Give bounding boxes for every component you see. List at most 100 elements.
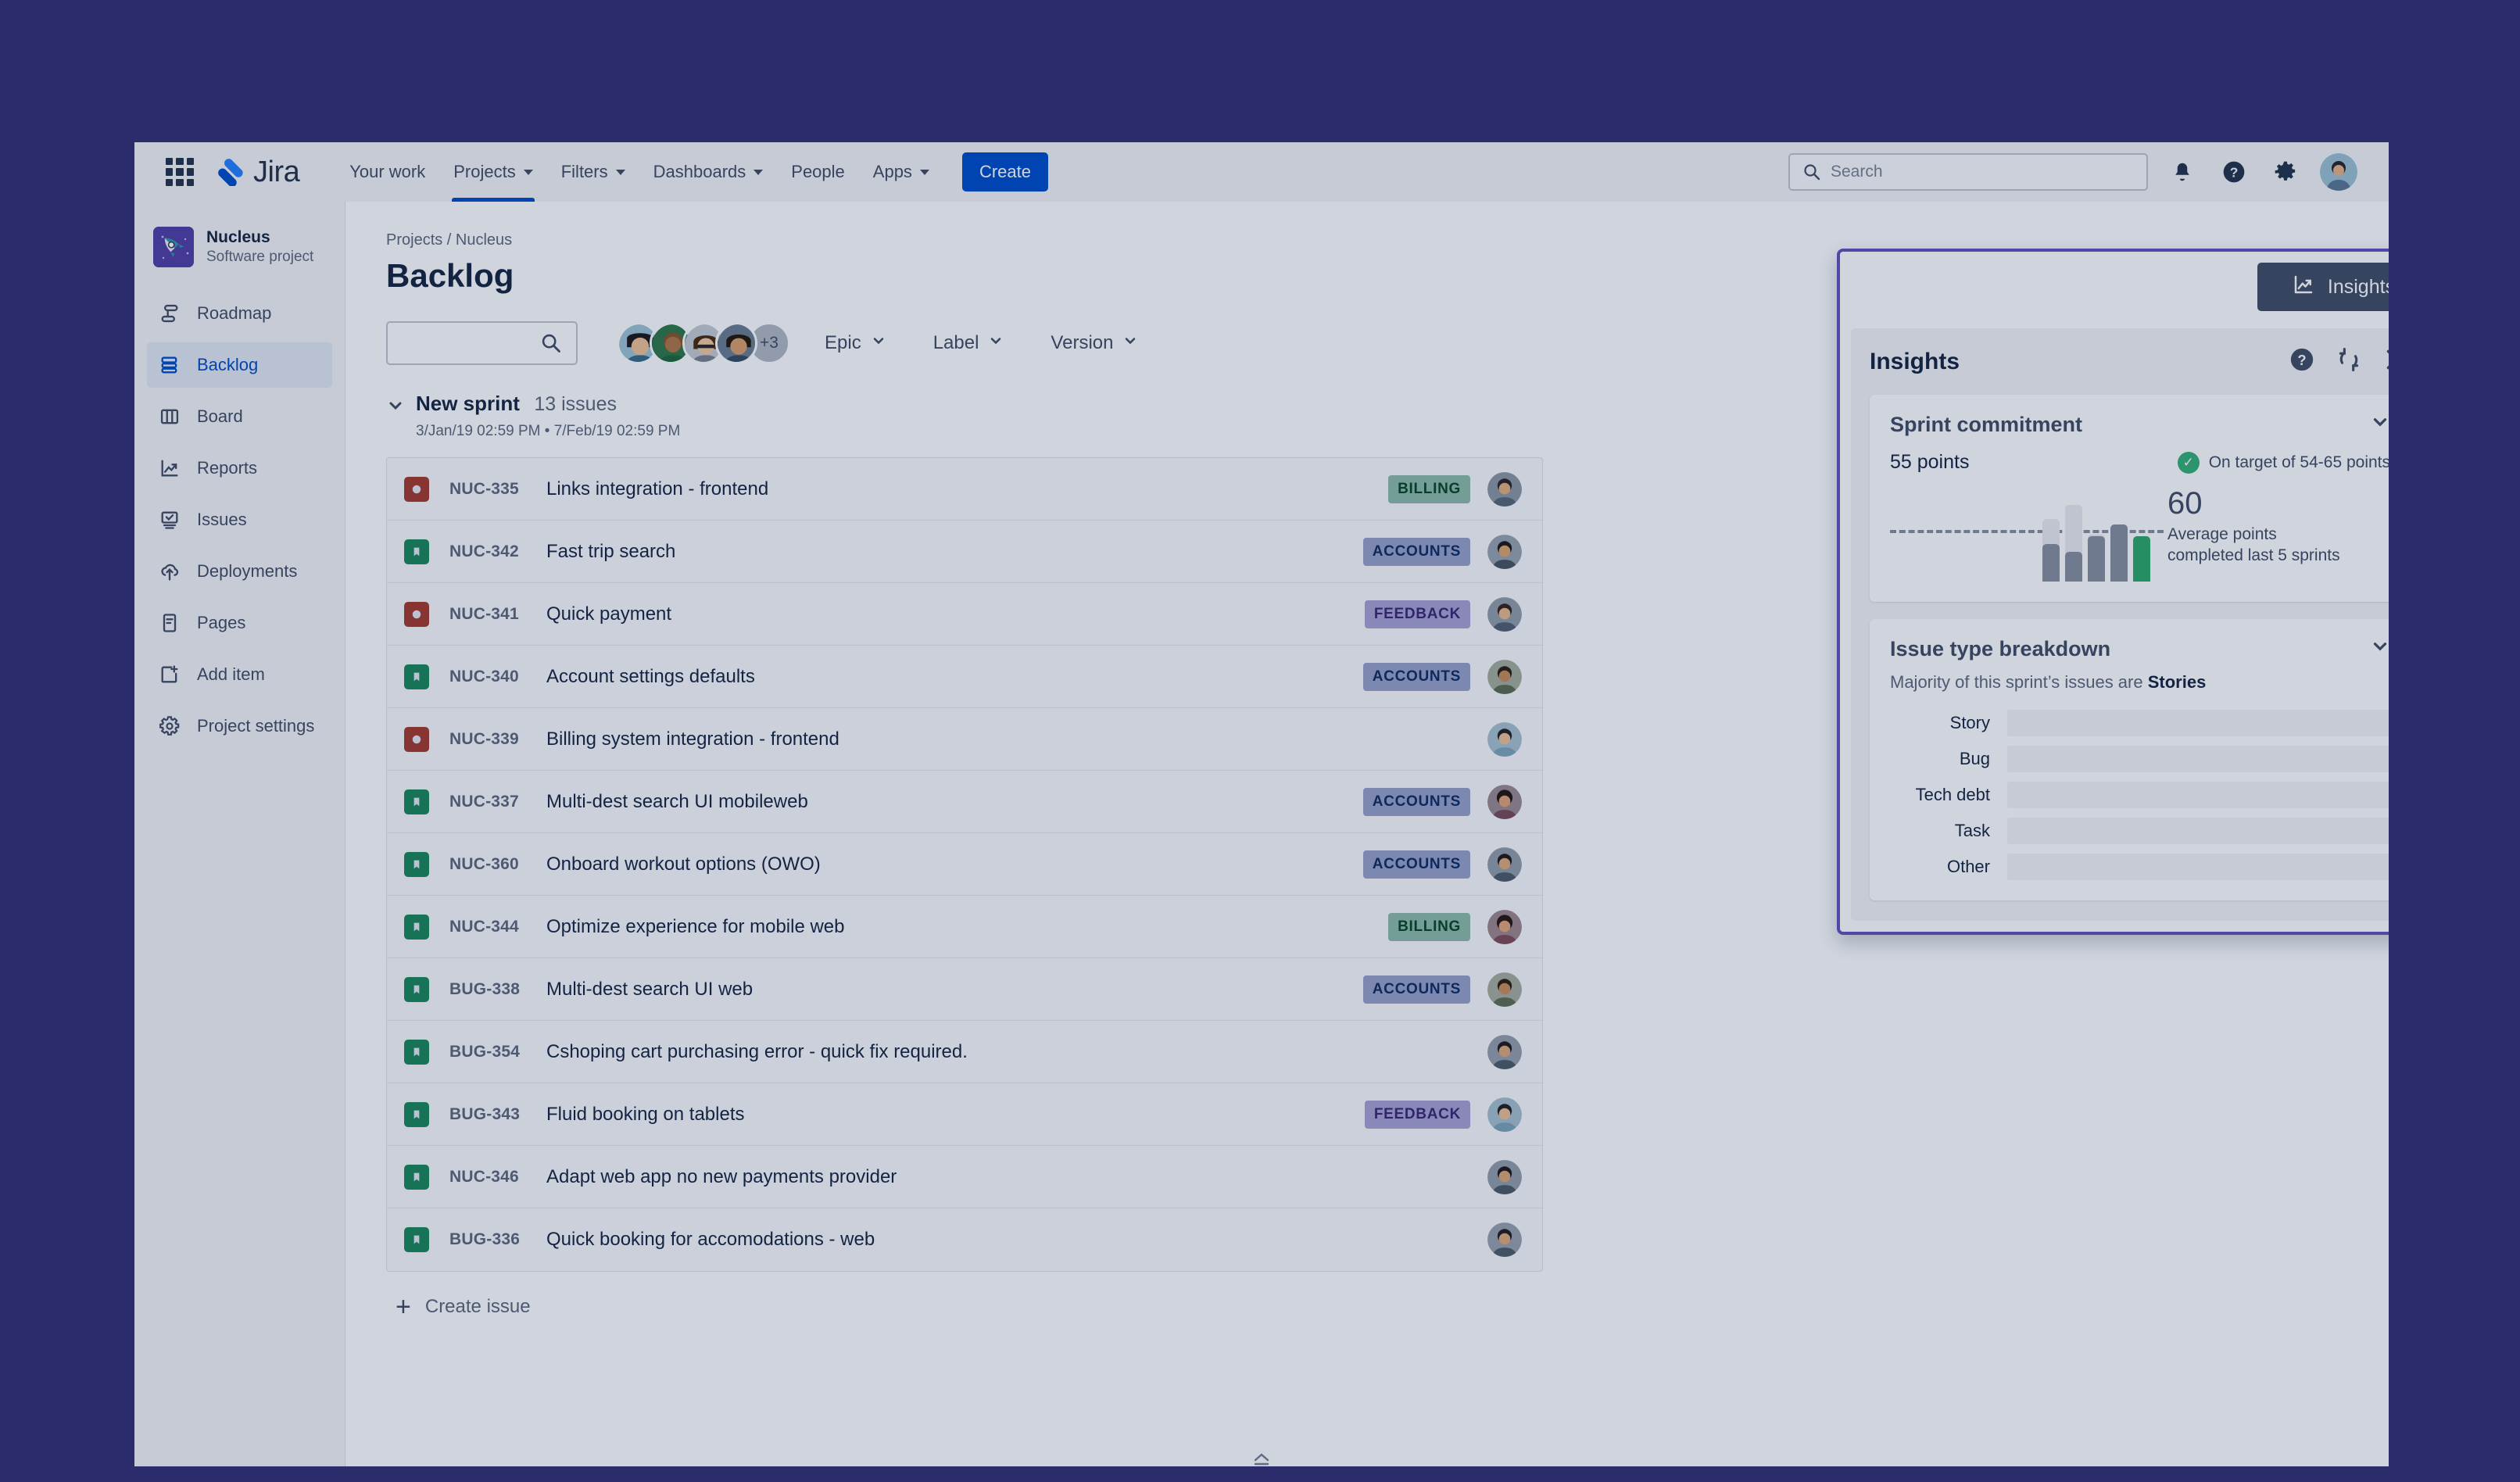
avatar[interactable] [1487,534,1522,569]
nav-item-dashboards[interactable]: Dashboards [639,142,778,202]
backlog-search-input[interactable] [386,321,578,365]
table-row[interactable]: NUC-341 Quick payment FEEDBACK [387,583,1542,646]
issue-key[interactable]: NUC-341 [449,605,546,624]
issue-summary[interactable]: Optimize experience for mobile web [546,916,845,938]
issue-summary[interactable]: Billing system integration - frontend [546,728,839,750]
avatar[interactable] [1487,659,1522,694]
avatar[interactable] [1487,471,1522,507]
issue-summary[interactable]: Cshoping cart purchasing error - quick f… [546,1041,968,1063]
avatar[interactable] [1487,847,1522,882]
sidebar-item-roadmap[interactable]: Roadmap [147,291,332,336]
issue-summary[interactable]: Multi-dest search UI mobileweb [546,791,808,813]
issue-label-badge[interactable]: FEEDBACK [1364,1100,1470,1129]
settings-gear-icon[interactable] [2268,155,2303,189]
table-row[interactable]: NUC-335 Links integration - frontend BIL… [387,458,1542,521]
issue-key[interactable]: NUC-335 [449,480,546,499]
nav-item-projects[interactable]: Projects [439,142,546,202]
table-row[interactable]: BUG-354 Cshoping cart purchasing error -… [387,1021,1542,1083]
jira-logo[interactable]: Jira [217,156,300,189]
sidebar-item-board[interactable]: Board [147,394,332,439]
issue-summary[interactable]: Fast trip search [546,541,675,563]
sidebar-item-project-settings[interactable]: Project settings [147,703,332,749]
nav-item-your-work[interactable]: Your work [335,142,439,202]
sidebar-item-issues[interactable]: Issues [147,497,332,542]
sidebar-item-add-item[interactable]: Add item [147,652,332,697]
issue-label-badge[interactable]: ACCOUNTS [1362,850,1470,879]
help-question-icon[interactable]: ? [2217,155,2251,189]
avatar[interactable] [1487,1034,1522,1069]
issue-summary[interactable]: Account settings defaults [546,666,755,688]
issue-label-badge[interactable]: BILLING [1388,912,1470,941]
assignee-avatar-stack[interactable]: +3 [617,322,790,364]
project-header[interactable]: Nucleus Software project [147,224,332,291]
issue-label-badge[interactable]: ACCOUNTS [1362,537,1470,566]
sidebar-item-reports[interactable]: Reports [147,446,332,491]
nav-item-people[interactable]: People [777,142,859,202]
filter-version[interactable]: Version [1038,324,1151,362]
create-issue-button[interactable]: + Create issue [386,1294,2389,1320]
issue-summary[interactable]: Quick payment [546,603,671,625]
avatar[interactable] [1487,909,1522,944]
issue-key[interactable]: BUG-354 [449,1043,546,1061]
sidebar-item-backlog[interactable]: Backlog [147,342,332,388]
issue-key[interactable]: NUC-342 [449,542,546,561]
avatar[interactable] [1487,1159,1522,1194]
avatar[interactable] [1487,1097,1522,1132]
table-row[interactable]: NUC-344 Optimize experience for mobile w… [387,896,1542,958]
issue-summary[interactable]: Fluid booking on tablets [546,1104,745,1126]
sidebar-item-deployments[interactable]: Deployments [147,549,332,594]
issue-label-badge[interactable]: ACCOUNTS [1362,787,1470,816]
avatar[interactable] [1487,721,1522,757]
issue-summary[interactable]: Quick booking for accomodations - web [546,1229,875,1251]
table-row[interactable]: NUC-339 Billing system integration - fro… [387,708,1542,771]
user-avatar[interactable] [2320,153,2357,191]
issue-key[interactable]: BUG-336 [449,1230,546,1249]
help-question-icon[interactable]: ? [2289,346,2315,377]
global-search-input[interactable]: Search [1788,153,2148,191]
table-row[interactable]: NUC-340 Account settings defaults ACCOUN… [387,646,1542,708]
issue-summary[interactable]: Links integration - frontend [546,478,768,500]
issue-label-badge[interactable]: ACCOUNTS [1362,975,1470,1004]
table-row[interactable]: BUG-336 Quick booking for accomodations … [387,1208,1542,1271]
filter-label[interactable]: Label [921,324,1017,362]
avatar[interactable] [1487,1222,1522,1257]
issue-label-badge[interactable]: ACCOUNTS [1362,662,1470,691]
issue-label-badge[interactable]: FEEDBACK [1364,600,1470,628]
refresh-icon[interactable] [2336,346,2362,377]
issue-key[interactable]: NUC-340 [449,668,546,686]
chevron-down-icon[interactable] [2370,636,2389,661]
notifications-bell-icon[interactable] [2165,155,2200,189]
filter-epic[interactable]: Epic [812,324,899,362]
sprint-collapse-chevron-icon[interactable] [386,396,405,418]
issue-summary[interactable]: Multi-dest search UI web [546,979,753,1001]
issue-summary[interactable]: Onboard workout options (OWO) [546,854,821,875]
sidebar-item-pages[interactable]: Pages [147,600,332,646]
avatar[interactable] [1487,784,1522,819]
nav-item-apps[interactable]: Apps [859,142,943,202]
issue-summary[interactable]: Adapt web app no new payments provider [546,1166,897,1188]
issue-key[interactable]: NUC-360 [449,855,546,874]
chevron-down-icon[interactable] [2370,412,2389,437]
table-row[interactable]: NUC-342 Fast trip search ACCOUNTS [387,521,1542,583]
issue-key[interactable]: NUC-339 [449,730,546,749]
issue-label-badge[interactable]: BILLING [1388,474,1470,503]
avatar[interactable] [1487,972,1522,1007]
table-row[interactable]: BUG-343 Fluid booking on tablets FEEDBAC… [387,1083,1542,1146]
insights-toggle-button[interactable]: Insights [2257,263,2389,311]
nav-item-filters[interactable]: Filters [547,142,639,202]
avatar[interactable] [715,322,757,364]
create-button[interactable]: Create [961,152,1048,192]
breadcrumb[interactable]: Projects / Nucleus [386,231,2389,249]
scroll-indicator[interactable] [1238,1451,1285,1466]
issue-key[interactable]: NUC-344 [449,918,546,936]
table-row[interactable]: NUC-360 Onboard workout options (OWO) AC… [387,833,1542,896]
close-icon[interactable] [2382,345,2389,378]
issue-key[interactable]: NUC-346 [449,1168,546,1187]
table-row[interactable]: NUC-337 Multi-dest search UI mobileweb A… [387,771,1542,833]
issue-key[interactable]: BUG-343 [449,1105,546,1124]
avatar[interactable] [1487,596,1522,632]
table-row[interactable]: BUG-338 Multi-dest search UI web ACCOUNT… [387,958,1542,1021]
issue-key[interactable]: NUC-337 [449,793,546,811]
apps-grid-icon[interactable] [166,158,194,186]
table-row[interactable]: NUC-346 Adapt web app no new payments pr… [387,1146,1542,1208]
